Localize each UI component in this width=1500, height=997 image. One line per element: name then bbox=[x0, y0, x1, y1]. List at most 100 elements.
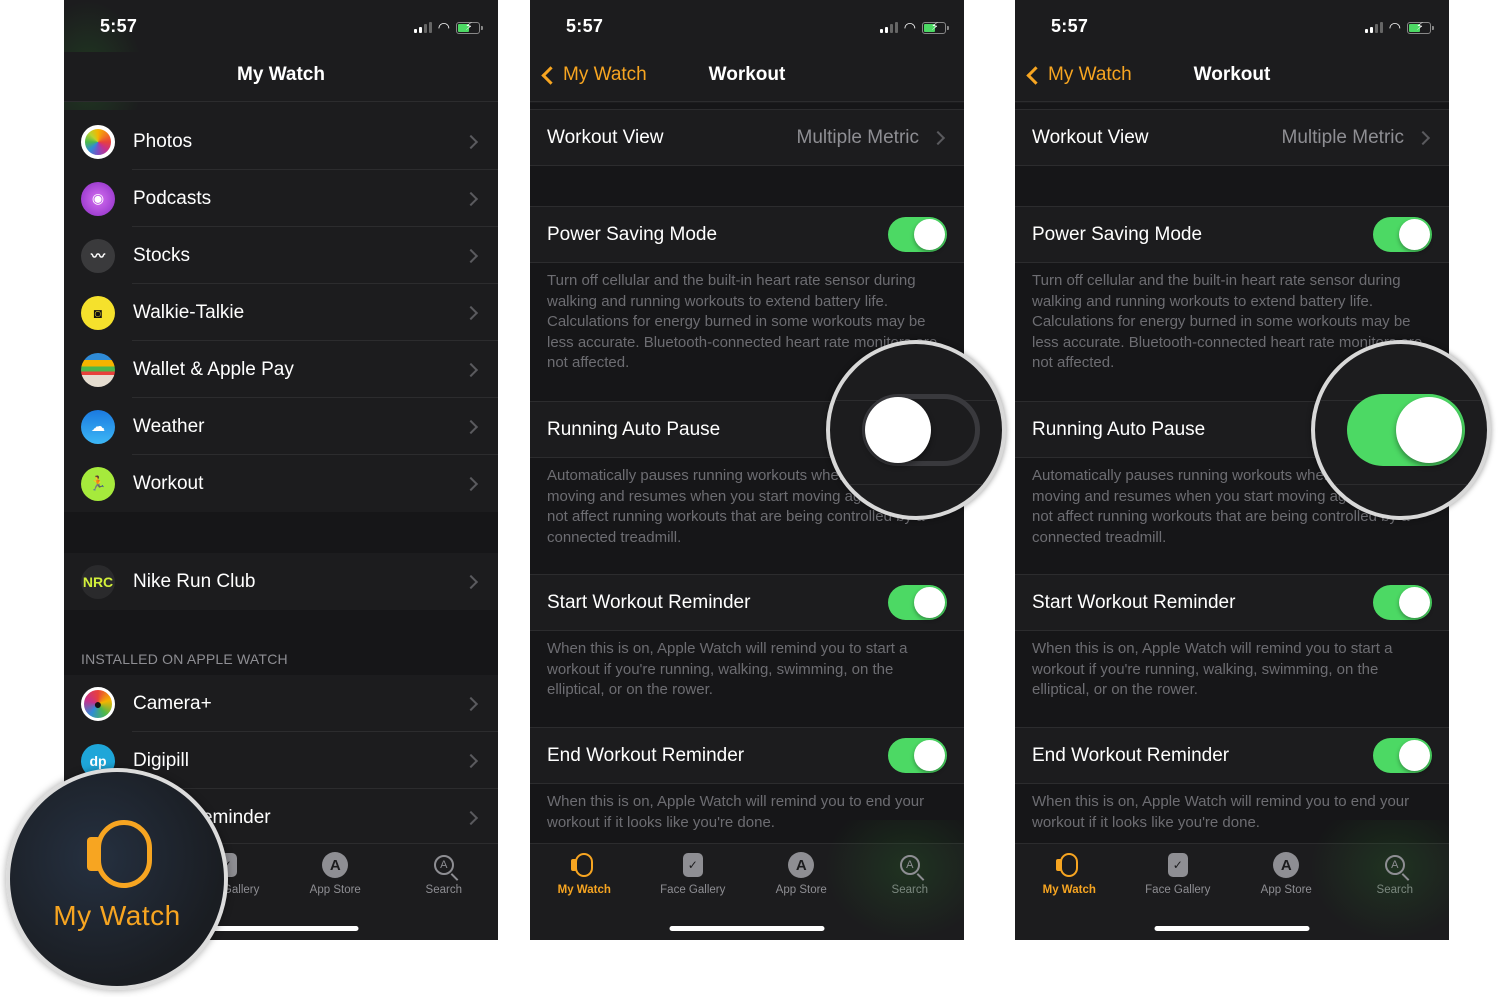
tab-face-gallery[interactable]: ✓Face Gallery bbox=[639, 844, 748, 904]
power-saving-toggle[interactable] bbox=[1373, 217, 1432, 252]
face-gallery-icon: ✓ bbox=[1167, 853, 1188, 877]
list-item-wallet[interactable]: Wallet & Apple Pay bbox=[64, 341, 498, 398]
wifi-icon: ◠ bbox=[903, 19, 916, 35]
tab-bar: My Watch ✓Face Gallery AApp Store ASearc… bbox=[1015, 820, 1450, 940]
navigation-bar: My Watch Workout bbox=[1015, 52, 1449, 102]
app-store-icon: A bbox=[1273, 852, 1300, 878]
start-workout-reminder-footer: When this is on, Apple Watch will remind… bbox=[1032, 640, 1393, 699]
status-time: 5:57 bbox=[1051, 16, 1089, 36]
workout-view-row[interactable]: Workout View Multiple Metric bbox=[530, 109, 964, 166]
tab-app-store[interactable]: A App Store bbox=[1232, 844, 1341, 904]
chevron-right-icon bbox=[463, 305, 479, 320]
end-workout-reminder-row: End Workout Reminder bbox=[530, 727, 964, 784]
section-header-installed: INSTALLED ON APPLE WATCH bbox=[64, 610, 498, 675]
start-workout-reminder-toggle[interactable] bbox=[1373, 585, 1432, 620]
home-indicator[interactable] bbox=[203, 926, 359, 931]
chevron-right-icon bbox=[463, 476, 479, 491]
face-gallery-icon: ✓ bbox=[682, 853, 703, 877]
list-item-workout[interactable]: 🏃 Workout bbox=[64, 455, 498, 512]
search-icon: A bbox=[433, 855, 454, 875]
chevron-right-icon bbox=[463, 696, 479, 711]
photos-icon bbox=[81, 124, 115, 159]
chevron-right-icon bbox=[463, 753, 479, 768]
end-workout-reminder-row: End Workout Reminder bbox=[1015, 727, 1449, 784]
list-item-nike-run-club[interactable]: NRC Nike Run Club bbox=[64, 553, 498, 610]
auto-pause-toggle-magnifier-on bbox=[1311, 340, 1491, 520]
battery-charging-icon: ⚡ bbox=[456, 21, 483, 34]
cellular-signal-icon bbox=[1364, 22, 1383, 33]
wallet-icon bbox=[81, 352, 115, 387]
walkie-talkie-icon: ◙ bbox=[81, 295, 115, 330]
start-workout-reminder-row: Start Workout Reminder bbox=[530, 574, 964, 631]
wifi-icon: ◠ bbox=[437, 19, 450, 35]
status-time: 5:57 bbox=[100, 16, 138, 36]
chevron-right-icon bbox=[1415, 130, 1431, 145]
list-item-walkie-talkie[interactable]: ◙ Walkie-Talkie bbox=[64, 284, 498, 341]
my-watch-icon bbox=[87, 820, 152, 888]
chevron-right-icon bbox=[463, 362, 479, 377]
tab-search[interactable]: A Search bbox=[390, 844, 499, 904]
navigation-bar: My Watch Workout bbox=[530, 52, 964, 102]
tab-my-watch[interactable]: My Watch bbox=[1015, 844, 1124, 904]
magnified-auto-pause-toggle-on[interactable] bbox=[1347, 394, 1465, 466]
app-store-icon: A bbox=[322, 852, 349, 878]
end-workout-reminder-footer: When this is on, Apple Watch will remind… bbox=[547, 793, 925, 831]
list-item-photos[interactable]: Photos bbox=[64, 113, 498, 170]
battery-charging-icon: ⚡ bbox=[1407, 21, 1434, 34]
magnified-auto-pause-toggle-off[interactable] bbox=[862, 394, 980, 466]
start-workout-reminder-footer: When this is on, Apple Watch will remind… bbox=[547, 640, 908, 699]
nike-run-club-icon: NRC bbox=[81, 564, 115, 599]
end-workout-reminder-toggle[interactable] bbox=[1373, 738, 1432, 773]
wifi-icon: ◠ bbox=[1388, 19, 1401, 35]
start-workout-reminder-toggle[interactable] bbox=[888, 585, 947, 620]
workout-icon: 🏃 bbox=[81, 466, 115, 501]
tab-bar: My Watch ✓Face Gallery AApp Store ASearc… bbox=[530, 820, 965, 940]
workout-view-value: Multiple Metric bbox=[1281, 126, 1404, 148]
chevron-right-icon bbox=[463, 574, 479, 589]
chevron-right-icon bbox=[463, 810, 479, 825]
tab-search[interactable]: A Search bbox=[1341, 844, 1450, 904]
workout-view-value: Multiple Metric bbox=[796, 126, 919, 148]
power-saving-row: Power Saving Mode bbox=[1015, 206, 1449, 263]
my-watch-icon bbox=[1056, 853, 1079, 877]
search-icon: A bbox=[1384, 855, 1405, 875]
tab-face-gallery[interactable]: ✓Face Gallery bbox=[1124, 844, 1233, 904]
status-time: 5:57 bbox=[566, 16, 604, 36]
list-item-stocks[interactable]: 〰 Stocks bbox=[64, 227, 498, 284]
app-store-icon: A bbox=[788, 852, 815, 878]
list-item-weather[interactable]: ☁ Weather bbox=[64, 398, 498, 455]
my-watch-icon bbox=[571, 853, 594, 877]
end-workout-reminder-toggle[interactable] bbox=[888, 738, 947, 773]
my-watch-tab-magnifier: My Watch bbox=[6, 768, 228, 990]
navigation-bar: My Watch bbox=[64, 52, 498, 102]
tab-app-store[interactable]: A App Store bbox=[747, 844, 856, 904]
search-icon: A bbox=[899, 855, 920, 875]
home-indicator[interactable] bbox=[1154, 926, 1310, 931]
page-title: My Watch bbox=[237, 64, 325, 85]
tab-my-watch[interactable]: My Watch bbox=[530, 844, 639, 904]
cellular-signal-icon bbox=[879, 22, 898, 33]
chevron-right-icon bbox=[463, 248, 479, 263]
weather-icon: ☁ bbox=[81, 409, 115, 444]
app-list: Photos ◉ Podcasts 〰 Stocks ◙ Walkie-Talkie … bbox=[64, 113, 498, 846]
end-workout-reminder-footer: When this is on, Apple Watch will remind… bbox=[1032, 793, 1410, 831]
page-title: Workout bbox=[708, 64, 786, 85]
chevron-right-icon bbox=[930, 130, 946, 145]
chevron-right-icon bbox=[463, 419, 479, 434]
workout-view-row[interactable]: Workout View Multiple Metric bbox=[1015, 109, 1449, 166]
stocks-icon: 〰 bbox=[81, 238, 115, 273]
tab-app-store[interactable]: A App Store bbox=[281, 844, 390, 904]
magnified-tab-label: My Watch bbox=[53, 900, 181, 931]
tab-search[interactable]: A Search bbox=[856, 844, 965, 904]
list-item-camera-plus[interactable]: ● Camera+ bbox=[64, 675, 498, 732]
section-gap bbox=[64, 512, 498, 553]
podcasts-icon: ◉ bbox=[81, 181, 115, 216]
list-item-podcasts[interactable]: ◉ Podcasts bbox=[64, 170, 498, 227]
start-workout-reminder-row: Start Workout Reminder bbox=[1015, 574, 1449, 631]
page-title: Workout bbox=[1193, 64, 1271, 85]
power-saving-toggle[interactable] bbox=[888, 217, 947, 252]
status-bar: 5:57 ◠ ⚡ bbox=[530, 0, 964, 52]
home-indicator[interactable] bbox=[669, 926, 825, 931]
status-bar: 5:57 ◠ ⚡ bbox=[1015, 0, 1449, 52]
power-saving-row: Power Saving Mode bbox=[530, 206, 964, 263]
